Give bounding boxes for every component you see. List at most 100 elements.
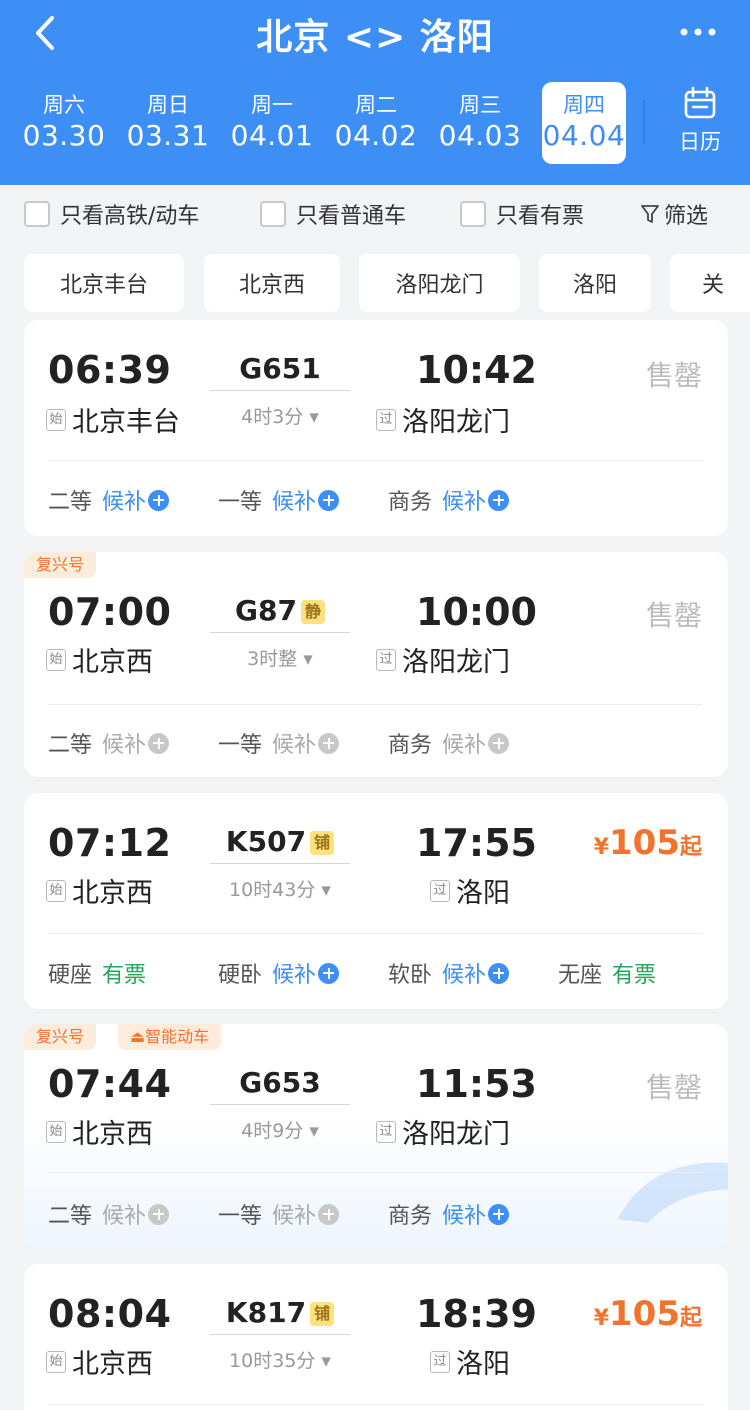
price-value: 105 (609, 823, 680, 863)
seat-option[interactable]: 二等 候补 (48, 1198, 170, 1230)
calendar-button[interactable]: 日历 (660, 86, 740, 160)
seat-option[interactable]: 一等 候补 (218, 484, 340, 516)
calendar-icon (683, 86, 717, 124)
chevron-down-icon: ▾ (303, 648, 313, 670)
filter-label: 只看普通车 (296, 204, 407, 229)
seat-status: 候补 (442, 1204, 487, 1229)
station-chip[interactable]: 北京丰台 (24, 254, 184, 312)
date-tab[interactable]: 周二 04.02 (324, 82, 428, 164)
price-suffix: 起 (679, 835, 702, 860)
seat-status: 有票 (102, 963, 147, 988)
train-card[interactable]: 复兴号 ⏏智能动车 07:44 始 北京西 G653 4时9分 ▾ 11:53 … (24, 1024, 728, 1249)
duration[interactable]: 3时整 ▾ (210, 644, 350, 671)
route-line (210, 1334, 350, 1335)
origin-mark: 始 (46, 408, 66, 431)
filter-label: 只看有票 (496, 204, 585, 229)
smart-train-icon: ⏏ (130, 1027, 146, 1046)
seat-status: 候补 (102, 733, 147, 758)
duration[interactable]: 4时3分 ▾ (210, 402, 350, 429)
duration-text: 3时整 (247, 648, 298, 670)
arrival-station: 过 洛阳龙门 (376, 1112, 510, 1151)
seat-class: 二等 (48, 1204, 93, 1229)
departure-time: 07:00 (48, 590, 172, 634)
date-tab[interactable]: 周三 04.03 (428, 82, 532, 164)
station-name: 洛阳 (456, 878, 510, 909)
date-tab[interactable]: 周一 04.01 (220, 82, 324, 164)
seat-option[interactable]: 商务 候补 (388, 1198, 510, 1230)
train-number-text: K817 (225, 1296, 307, 1329)
train-card[interactable]: 复兴号 07:00 始 北京西 G87 静 3时整 ▾ 10:00 过 洛阳龙门 … (24, 552, 728, 777)
arrival-time: 17:55 (416, 821, 537, 865)
train-card[interactable]: 06:39 始 北京丰台 G651 4时3分 ▾ 10:42 过 洛阳龙门 售罄… (24, 320, 728, 536)
origin-mark: 始 (46, 648, 66, 671)
filter-available[interactable]: 只看有票 (460, 198, 584, 230)
tag-text: 智能动车 (145, 1027, 210, 1046)
date-tab-selected[interactable]: 周四 04.04 (542, 82, 626, 164)
top-header: 北京 <> 洛阳 周六 03.30 周日 03.31 周一 04.01 周二 0… (0, 0, 750, 185)
origin-mark: 始 (46, 879, 66, 902)
seat-class: 一等 (218, 733, 263, 758)
station-chip[interactable]: 北京西 (204, 254, 340, 312)
station-name: 北京西 (72, 1119, 153, 1150)
plus-icon (148, 732, 170, 754)
duration[interactable]: 10时43分 ▾ (210, 875, 350, 902)
date-weekday: 周一 (251, 93, 293, 117)
seat-option[interactable]: 硬座 有票 (48, 957, 146, 989)
date-value: 04.02 (334, 119, 418, 152)
seat-option[interactable]: 二等 候补 (48, 484, 170, 516)
filter-button[interactable]: 筛选 (640, 198, 708, 230)
quiet-badge: 静 (300, 600, 325, 624)
chevron-down-icon: ▾ (309, 1120, 319, 1142)
route-title[interactable]: 北京 <> 洛阳 (0, 8, 750, 60)
seat-option[interactable]: 硬卧 候补 (218, 957, 340, 989)
checkbox[interactable] (24, 201, 50, 227)
seat-option[interactable]: 一等 候补 (218, 727, 340, 759)
station-name: 北京西 (72, 878, 153, 909)
checkbox[interactable] (260, 201, 286, 227)
seat-option[interactable]: 二等 候补 (48, 727, 170, 759)
date-value: 04.04 (542, 119, 626, 152)
date-value: 04.01 (230, 119, 314, 152)
date-tab[interactable]: 周六 03.30 (12, 82, 116, 164)
train-number: K507 铺 (210, 825, 350, 858)
seat-status: 候补 (442, 733, 487, 758)
chevron-down-icon: ▾ (309, 406, 319, 428)
seat-status: 候补 (272, 733, 317, 758)
departure-time: 06:39 (48, 348, 172, 392)
arrival-station: 过 洛阳 (430, 1342, 510, 1381)
departure-station: 始 北京西 (46, 640, 153, 679)
checkbox[interactable] (460, 201, 486, 227)
pass-mark: 过 (430, 879, 450, 902)
seat-option[interactable]: 软卧 候补 (388, 957, 510, 989)
plus-icon (318, 489, 340, 511)
more-icon[interactable] (676, 14, 720, 50)
plus-icon (148, 1203, 170, 1225)
train-card[interactable]: 08:04 始 北京西 K817 铺 10时35分 ▾ 18:39 过 洛阳 ¥1… (24, 1264, 728, 1410)
date-value: 03.30 (22, 119, 106, 152)
filter-high-speed[interactable]: 只看高铁/动车 (24, 198, 199, 230)
seat-class: 一等 (218, 490, 263, 515)
station-chip[interactable]: 洛阳龙门 (359, 254, 520, 312)
train-card[interactable]: 07:12 始 北京西 K507 铺 10时43分 ▾ 17:55 过 洛阳 ¥1… (24, 793, 728, 1009)
seat-option[interactable]: 商务 候补 (388, 727, 510, 759)
plus-icon (318, 962, 340, 984)
station-chip-row: 北京丰台 北京西 洛阳龙门 洛阳 关 (24, 254, 750, 312)
date-tab[interactable]: 周日 03.31 (116, 82, 220, 164)
divider (48, 1172, 702, 1173)
filter-label: 只看高铁/动车 (60, 204, 200, 229)
seat-option[interactable]: 一等 候补 (218, 1198, 340, 1230)
seat-option[interactable]: 无座 有票 (558, 957, 656, 989)
divider (48, 933, 702, 934)
chevron-down-icon: ▾ (321, 1350, 331, 1372)
station-chip[interactable]: 关 (670, 254, 750, 312)
pass-mark: 过 (376, 408, 396, 431)
seat-option[interactable]: 商务 候补 (388, 484, 510, 516)
filter-normal-train[interactable]: 只看普通车 (260, 198, 406, 230)
seat-class: 商务 (388, 490, 433, 515)
station-chip[interactable]: 洛阳 (539, 254, 651, 312)
origin-mark: 始 (46, 1120, 66, 1143)
sold-out-label: 售罄 (645, 1071, 702, 1104)
departure-time: 08:04 (48, 1292, 172, 1336)
duration[interactable]: 10时35分 ▾ (210, 1346, 350, 1373)
duration[interactable]: 4时9分 ▾ (210, 1116, 350, 1143)
